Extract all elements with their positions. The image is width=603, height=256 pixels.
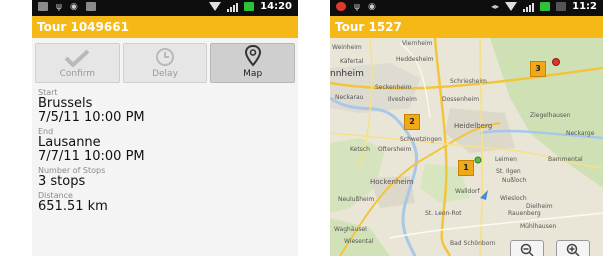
status-bar: ψ ◉ 14:20 — [32, 0, 298, 16]
notification-icon — [85, 2, 96, 11]
action-bar: Confirm Delay Map — [32, 38, 298, 83]
alarm-icon — [556, 2, 567, 11]
map-label: Leimen — [495, 156, 517, 163]
map-label: Viernheim — [402, 40, 433, 47]
confirm-label: Confirm — [59, 69, 96, 79]
end-city: Lausanne — [38, 135, 101, 150]
map-view[interactable]: Viernheim Weinheim Heddesheim Käfertal n… — [330, 38, 603, 256]
map-label: St. Ilgen — [496, 168, 521, 175]
delay-button[interactable]: Delay — [122, 43, 208, 83]
clock-icon — [156, 48, 174, 66]
map-label: Neckarau — [335, 94, 364, 101]
map-label: Dossenheim — [442, 96, 480, 103]
zoom-in-icon — [566, 243, 580, 256]
stop-marker-3[interactable]: 3 — [530, 61, 546, 77]
map-label: Hockenheim — [370, 178, 414, 186]
map-label: Rauenberg — [508, 210, 541, 217]
map-roads — [330, 38, 603, 256]
start-city: Brussels — [38, 96, 93, 111]
tour-detail-screen: ψ ◉ 14:20 Tour 1049661 Confirm Delay Map… — [32, 0, 298, 256]
confirm-button[interactable]: Confirm — [35, 43, 120, 83]
app-title: Tour 1049661 — [32, 16, 298, 38]
battery-icon — [540, 2, 551, 11]
battery-icon — [244, 2, 255, 11]
map-label: Wiesloch — [500, 195, 527, 202]
map-label: Wiesental — [344, 238, 374, 245]
map-label: Bad Schönborn — [450, 240, 496, 247]
map-label: Mühlhausen — [520, 223, 557, 230]
map-label: Map — [243, 69, 263, 79]
map-label: Neckarge — [566, 130, 595, 137]
map-label: Bammental — [548, 156, 583, 163]
map-label: Ziegelhausen — [530, 112, 571, 119]
sync-icon: ◉ — [367, 2, 376, 12]
tour-details: Start Brussels 7/5/11 10:00 PM End Lausa… — [32, 83, 298, 214]
map-label: Waghäusel — [334, 226, 367, 233]
wifi-icon — [505, 2, 518, 11]
start-datetime: 7/5/11 10:00 PM — [38, 110, 145, 125]
end-datetime: 7/7/11 10:00 PM — [38, 149, 145, 164]
map-label: Heidelberg — [454, 122, 493, 130]
map-label: Oftersheim — [378, 146, 412, 153]
map-label: Käfertal — [340, 58, 364, 65]
status-bar: ψ ◉ ◂▸ 11:2 — [330, 0, 603, 16]
checkmark-icon — [64, 49, 90, 67]
distance-value: 651.51 km — [38, 199, 108, 214]
email-icon — [38, 2, 48, 11]
zoom-out-button[interactable] — [510, 240, 544, 256]
data-transfer-icon: ◂▸ — [491, 2, 500, 11]
map-label: Walldorf — [455, 188, 480, 195]
map-label: Weinheim — [332, 44, 362, 51]
status-time: 11:2 — [572, 1, 597, 12]
stop-marker-1[interactable]: 1 — [458, 160, 474, 176]
map-label: Schwetzingen — [400, 136, 442, 143]
map-button[interactable]: Map — [210, 43, 296, 83]
zoom-out-icon — [520, 243, 534, 256]
app-title: Tour 1527 — [330, 16, 603, 38]
map-label: Nußloch — [502, 177, 527, 184]
stops-value: 3 stops — [38, 174, 86, 189]
signal-icon — [227, 2, 239, 12]
map-label: Neulußheim — [338, 196, 375, 203]
map-label: Ketsch — [350, 146, 370, 153]
wifi-icon — [209, 2, 222, 11]
signal-icon — [523, 2, 535, 12]
zoom-in-button[interactable] — [556, 240, 590, 256]
sync-icon: ◉ — [69, 2, 78, 12]
delay-label: Delay — [152, 69, 178, 79]
status-time: 14:20 — [260, 1, 292, 12]
map-label: Heddesheim — [396, 56, 434, 63]
map-label: Ilvesheim — [388, 96, 417, 103]
stop-marker-2[interactable]: 2 — [404, 114, 420, 130]
map-label: Dielheim — [526, 203, 553, 210]
map-label: St. Leon-Rot — [425, 210, 462, 217]
usb-icon: ψ — [354, 2, 360, 12]
tour-map-screen: ψ ◉ ◂▸ 11:2 Tour 1527 Viernheim Weinheim… — [330, 0, 603, 256]
usb-icon: ψ — [56, 2, 62, 12]
map-pin-icon — [244, 45, 261, 67]
alert-icon — [336, 2, 346, 11]
map-label: Seckenheim — [375, 84, 412, 91]
map-label: Schriesheim — [450, 78, 487, 85]
map-label: nnheim — [330, 69, 364, 79]
